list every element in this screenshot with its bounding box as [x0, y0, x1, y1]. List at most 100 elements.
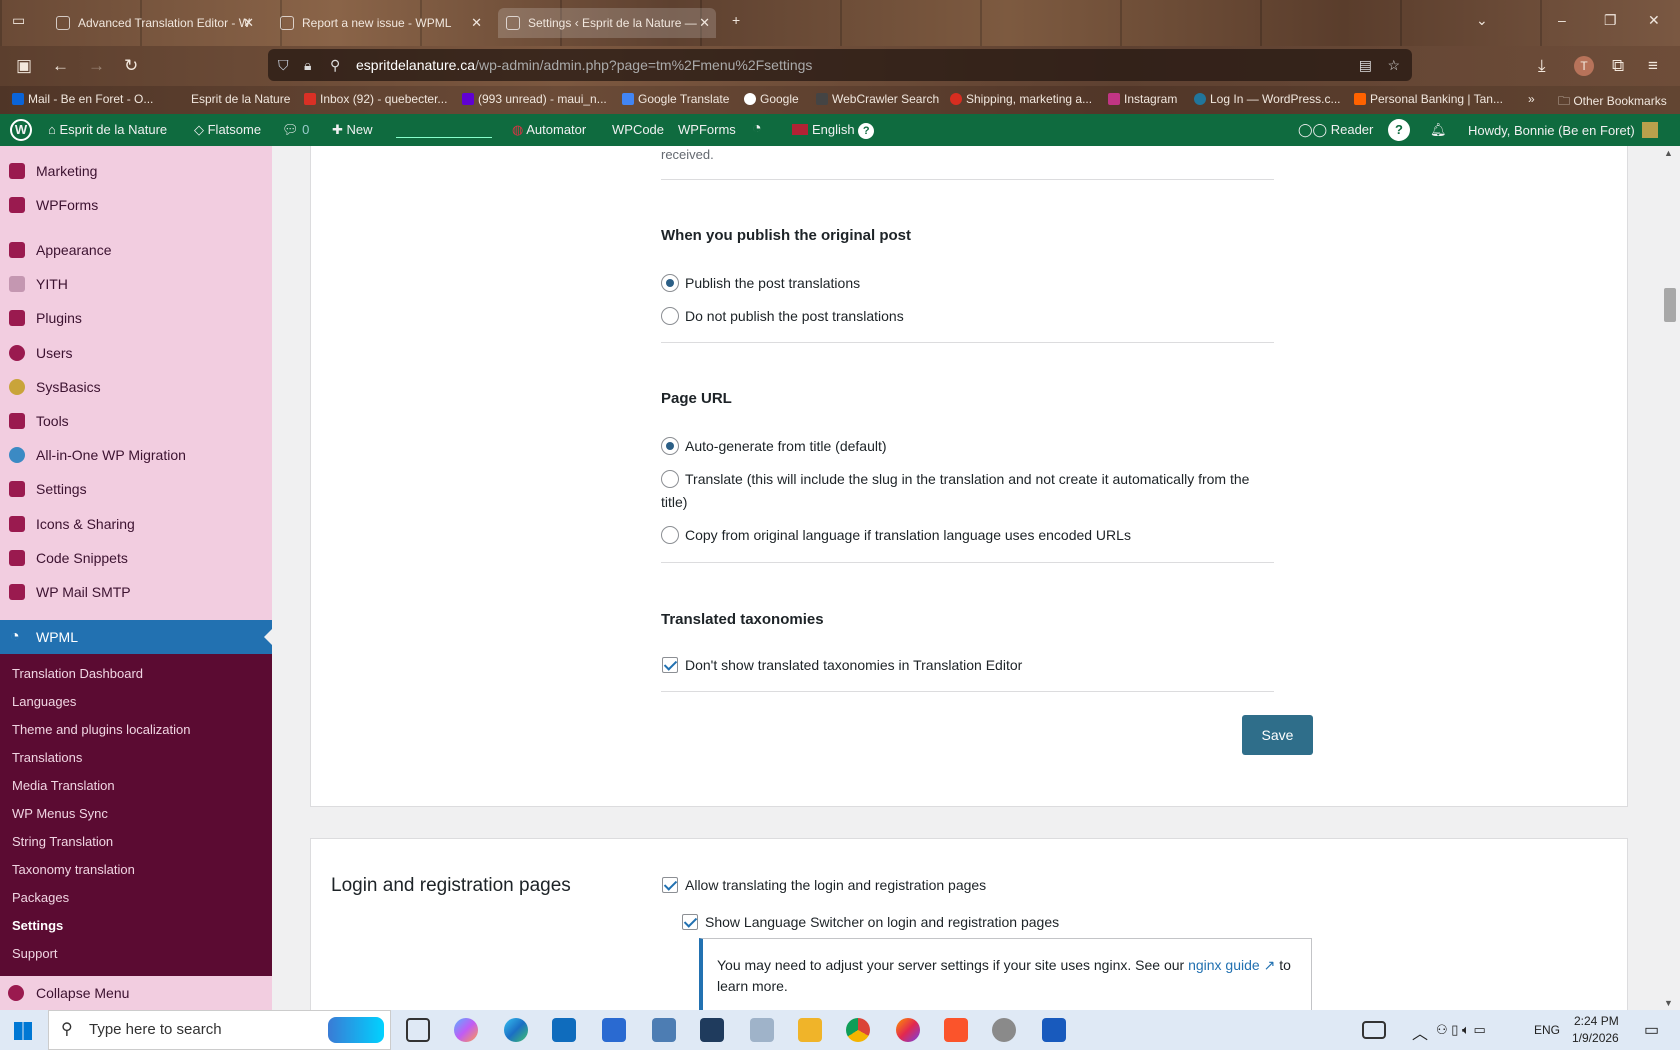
collapse-menu-button[interactable]: Collapse Menu	[0, 976, 272, 1010]
chrome-icon[interactable]	[846, 1018, 870, 1042]
admin-bar-flatsome[interactable]: ◇ Flatsome	[194, 122, 261, 138]
admin-bar-new[interactable]: ✚ New	[332, 122, 373, 138]
calculator-icon[interactable]	[652, 1018, 676, 1042]
clock-date[interactable]: 1/9/2026	[1572, 1031, 1619, 1045]
show-switcher-checkbox[interactable]	[682, 914, 698, 930]
scroll-down-icon[interactable]: ▼	[1664, 998, 1673, 1008]
submenu-taxonomy-translation[interactable]: Taxonomy translation	[12, 862, 135, 877]
bookmark-star-icon[interactable]: ☆	[1387, 49, 1400, 81]
hide-taxonomies-label[interactable]: Don't show translated taxonomies in Tran…	[685, 657, 1022, 673]
sidebar-item-settings[interactable]: Settings	[0, 472, 272, 506]
task-view-icon[interactable]	[406, 1018, 430, 1042]
sidebar-item-mail-smtp[interactable]: WP Mail SMTP	[0, 575, 272, 609]
close-tab-icon[interactable]: ✕	[699, 8, 710, 38]
scrollbar-thumb[interactable]	[1664, 288, 1676, 322]
bookmark-esprit[interactable]: Esprit de la Nature	[191, 92, 290, 106]
tab-list-icon[interactable]: ▭	[12, 12, 25, 29]
admin-bar-howdy[interactable]: Howdy, Bonnie (Be en Foret)	[1468, 122, 1659, 138]
sidebar-item-migration[interactable]: All-in-One WP Migration	[0, 438, 272, 472]
submenu-support[interactable]: Support	[12, 946, 58, 961]
tab-overflow-chevron-icon[interactable]: ⌄	[1476, 12, 1488, 29]
new-tab-icon[interactable]: +	[732, 12, 740, 28]
page-scrollbar[interactable]: ▲ ▼	[1658, 146, 1680, 1010]
reader-view-icon[interactable]: ▤	[1359, 49, 1372, 81]
clock-app-icon[interactable]	[992, 1018, 1016, 1042]
copilot-icon[interactable]	[454, 1018, 478, 1042]
bookmark-google-translate[interactable]: Google Translate	[622, 92, 729, 106]
store-icon[interactable]	[602, 1018, 626, 1042]
taskbar-search-input[interactable]: ⚲ Type here to search	[48, 1010, 391, 1050]
admin-bar-language[interactable]: English ?	[792, 122, 875, 139]
submenu-theme-plugins[interactable]: Theme and plugins localization	[12, 722, 191, 737]
windows-start-icon[interactable]	[14, 1022, 32, 1040]
do-not-publish-radio[interactable]	[661, 307, 679, 325]
bookmark-webcrawler[interactable]: WebCrawler Search	[816, 92, 939, 106]
shield-icon[interactable]: ⛉	[278, 49, 289, 81]
help-icon[interactable]: ?	[1388, 119, 1410, 141]
firefox-icon[interactable]	[896, 1018, 920, 1042]
submenu-languages[interactable]: Languages	[12, 694, 76, 709]
sidebar-item-wpml[interactable]: ◔ WPML	[0, 620, 272, 654]
sidebar-item-plugins[interactable]: Plugins	[0, 301, 272, 335]
close-tab-icon[interactable]: ✕	[243, 8, 254, 38]
stats-sparkline-icon[interactable]	[396, 124, 492, 138]
tray-chevron-icon[interactable]: ︿	[1412, 1020, 1428, 1044]
bookmark-mail[interactable]: Mail - Be en Foret - O...	[12, 92, 153, 106]
submenu-wp-menus-sync[interactable]: WP Menus Sync	[12, 806, 108, 821]
sidebar-item-icons-sharing[interactable]: Icons & Sharing	[0, 507, 272, 541]
app-menu-icon[interactable]: ≡	[1648, 56, 1658, 76]
reload-icon[interactable]: ↻	[124, 56, 138, 76]
allow-login-translation-checkbox[interactable]	[662, 877, 678, 893]
sidebar-item-tools[interactable]: Tools	[0, 404, 272, 438]
submenu-string-translation[interactable]: String Translation	[12, 834, 113, 849]
admin-bar-reader[interactable]: ◯◯ Reader	[1298, 122, 1373, 138]
back-icon[interactable]: ←	[52, 56, 69, 76]
news-widget-icon[interactable]	[1362, 1021, 1386, 1039]
downloads-icon[interactable]: ⤓	[1538, 56, 1546, 76]
admin-bar-site[interactable]: ⌂ Esprit de la Nature	[48, 122, 167, 137]
brave-icon[interactable]	[944, 1018, 968, 1042]
forward-icon[interactable]: →	[88, 56, 105, 76]
admin-bar-comments[interactable]: 💬︎ 0	[282, 122, 309, 138]
bookmark-google[interactable]: Google	[744, 92, 799, 106]
sidebar-item-code-snippets[interactable]: Code Snippets	[0, 541, 272, 575]
profile-avatar[interactable]: T	[1574, 56, 1594, 76]
translate-slug-radio[interactable]	[661, 470, 679, 488]
extensions-icon[interactable]: ⧉	[1612, 56, 1624, 76]
submenu-translations[interactable]: Translations	[12, 750, 82, 765]
admin-bar-wpcode[interactable]: WPCode	[612, 122, 664, 137]
submenu-media-translation[interactable]: Media Translation	[12, 778, 115, 793]
auto-generate-label[interactable]: Auto-generate from title (default)	[685, 438, 887, 454]
sidebar-item-yith[interactable]: YITH	[0, 267, 272, 301]
tab-advanced-translation-editor[interactable]: Advanced Translation Editor - W ✕	[48, 8, 260, 38]
translate-slug-label-cont[interactable]: title)	[661, 494, 687, 510]
nginx-guide-link[interactable]: nginx guide ↗	[1188, 957, 1275, 973]
sidebar-toggle-icon[interactable]: ▣	[16, 56, 32, 76]
hide-taxonomies-checkbox[interactable]	[662, 657, 678, 673]
admin-bar-wpforms[interactable]: WPForms	[678, 122, 736, 137]
wordpress-logo-icon[interactable]: W	[10, 119, 32, 141]
tab-report-issue[interactable]: Report a new issue - WPML ✕	[272, 8, 488, 38]
notifications-icon[interactable]: ▭	[1644, 1020, 1659, 1040]
sidebar-item-users[interactable]: Users	[0, 336, 272, 370]
admin-bar-automator[interactable]: ◍ Automator	[512, 122, 586, 138]
edge-icon[interactable]	[504, 1018, 528, 1042]
word-icon[interactable]	[1042, 1018, 1066, 1042]
app-icon[interactable]	[700, 1018, 724, 1042]
bookmark-wordpress[interactable]: Log In — WordPress.c...	[1194, 92, 1341, 106]
lock-icon[interactable]: 🔒︎	[304, 49, 311, 81]
scroll-up-icon[interactable]: ▲	[1664, 148, 1673, 158]
wpml-icon[interactable]: ◔	[752, 120, 762, 138]
tab-settings[interactable]: Settings ‹ Esprit de la Nature — ✕	[498, 8, 716, 38]
bookmark-tangerine[interactable]: Personal Banking | Tan...	[1354, 92, 1503, 106]
sidebar-item-appearance[interactable]: Appearance	[0, 233, 272, 267]
outlook-icon[interactable]	[552, 1018, 576, 1042]
submenu-settings[interactable]: Settings	[12, 918, 63, 933]
save-button[interactable]: Save	[1242, 715, 1313, 755]
bookmark-gmail[interactable]: Inbox (92) - quebecter...	[304, 92, 447, 106]
sidebar-item-wpforms[interactable]: WPForms	[0, 188, 272, 222]
publish-translations-radio[interactable]	[661, 274, 679, 292]
bookmarks-overflow-icon[interactable]: »	[1528, 92, 1535, 106]
translate-slug-label[interactable]: Translate (this will include the slug in…	[685, 471, 1249, 487]
copy-original-radio[interactable]	[661, 526, 679, 544]
